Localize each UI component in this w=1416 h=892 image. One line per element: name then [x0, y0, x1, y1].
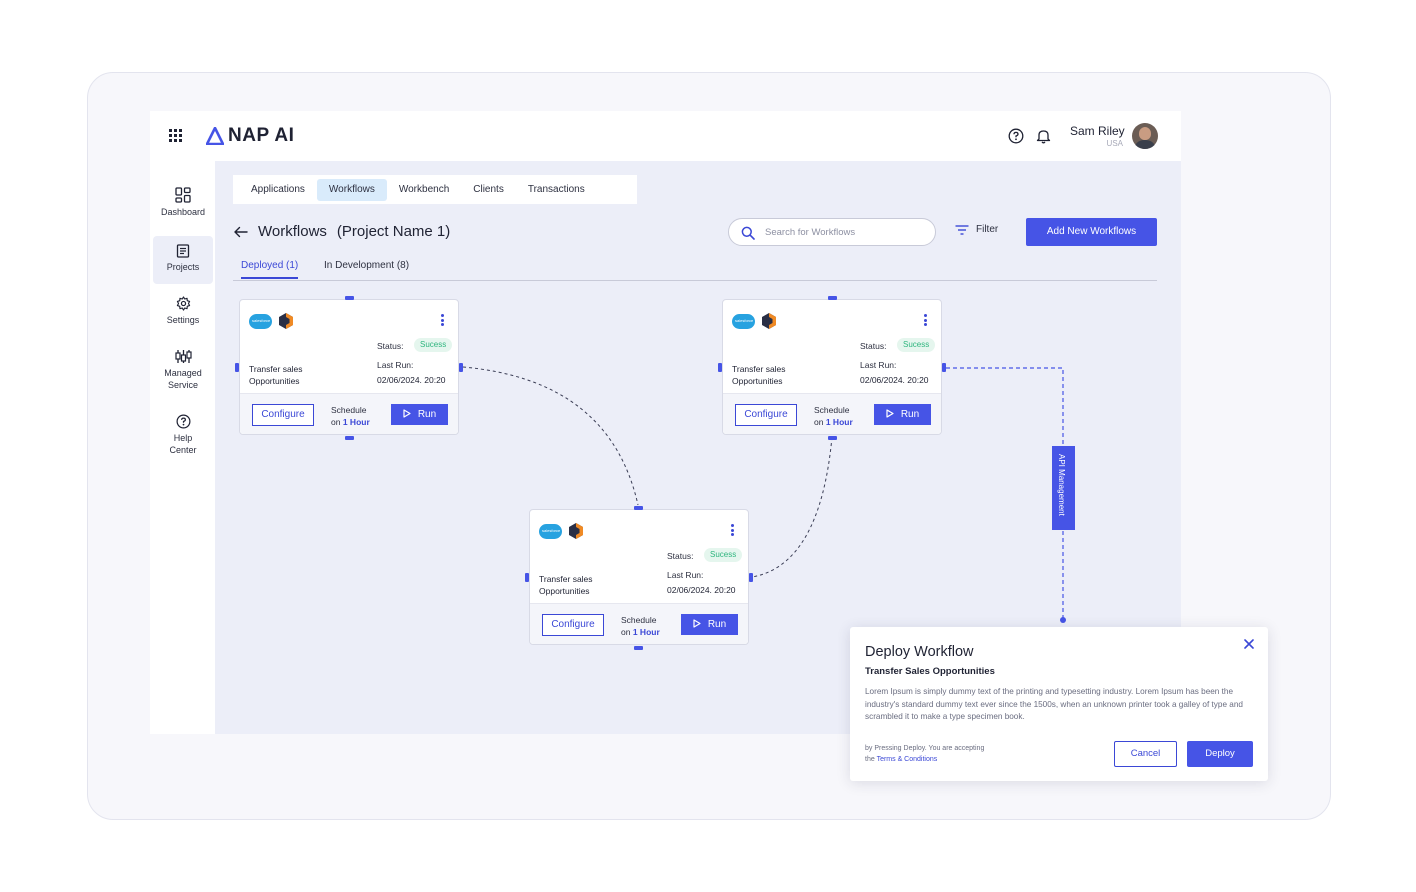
connector-handle[interactable] — [718, 363, 722, 372]
schedule-text: Schedule on 1 Hour — [814, 405, 853, 427]
dialog-subtitle: Transfer Sales Opportunities — [865, 666, 995, 677]
status-badge: Sucess — [897, 338, 936, 352]
more-options-icon[interactable] — [441, 314, 444, 326]
schedule-text: Schedule on 1 Hour — [621, 615, 660, 637]
last-run-label: Last Run: — [377, 360, 414, 370]
salesforce-icon — [732, 314, 755, 329]
last-run-value: 02/06/2024. 20:20 — [667, 585, 736, 595]
workflow-name: Transfer sales Opportunities — [249, 364, 303, 386]
status-label: Status: — [860, 341, 887, 351]
connector-dot — [1060, 617, 1066, 623]
salesforce-icon — [539, 524, 562, 539]
connector-card2-card3 — [751, 436, 833, 578]
last-run-value: 02/06/2024. 20:20 — [377, 375, 446, 385]
connector-handle[interactable] — [345, 296, 354, 300]
connector-handle[interactable] — [345, 436, 354, 440]
last-run-label: Last Run: — [860, 360, 897, 370]
run-button[interactable]: Run — [681, 614, 738, 635]
status-label: Status: — [377, 341, 404, 351]
connector-handle[interactable] — [525, 573, 529, 582]
status-badge: Sucess — [704, 548, 743, 562]
last-run-value: 02/06/2024. 20:20 — [860, 375, 929, 385]
connector-handle[interactable] — [828, 436, 837, 440]
integration-hex-icon — [569, 523, 583, 539]
play-icon — [403, 409, 411, 418]
configure-button[interactable]: Configure — [735, 404, 797, 426]
workflow-card[interactable]: Status: Sucess Transfer salesOpportuniti… — [529, 509, 749, 645]
connector-card1-card3 — [462, 366, 639, 506]
workflow-card[interactable]: Status: Sucess Transfer salesOpportuniti… — [239, 299, 459, 435]
connector-handle[interactable] — [828, 296, 837, 300]
schedule-text: Schedule on 1 Hour — [331, 405, 370, 427]
deploy-workflow-dialog: Deploy Workflow Transfer Sales Opportuni… — [850, 627, 1268, 781]
terms-notice: by Pressing Deploy. You are accepting the… — [865, 745, 985, 763]
run-button[interactable]: Run — [874, 404, 931, 425]
connector-card2-api — [946, 367, 1064, 620]
play-icon — [693, 619, 701, 628]
play-icon — [886, 409, 894, 418]
run-button[interactable]: Run — [391, 404, 448, 425]
more-options-icon[interactable] — [924, 314, 927, 326]
terms-link[interactable]: Terms & Conditions — [877, 756, 938, 763]
status-label: Status: — [667, 551, 694, 561]
salesforce-icon — [249, 314, 272, 329]
last-run-label: Last Run: — [667, 570, 704, 580]
dialog-title: Deploy Workflow — [865, 644, 974, 660]
close-icon[interactable] — [1244, 639, 1254, 649]
cancel-button[interactable]: Cancel — [1114, 741, 1177, 767]
configure-button[interactable]: Configure — [252, 404, 314, 426]
workflow-card[interactable]: Status: Sucess Transfer salesOpportuniti… — [722, 299, 942, 435]
integration-hex-icon — [279, 313, 293, 329]
connector-handle[interactable] — [634, 506, 643, 510]
connector-handle[interactable] — [235, 363, 239, 372]
api-management-tab[interactable]: API Management — [1052, 446, 1075, 530]
workflow-name: Transfer sales Opportunities — [732, 364, 786, 386]
connector-handle[interactable] — [942, 363, 946, 372]
connector-handle[interactable] — [459, 363, 463, 372]
api-management-label: API Management — [1057, 454, 1066, 516]
dialog-description: Lorem Ipsum is simply dummy text of the … — [865, 687, 1243, 721]
configure-button[interactable]: Configure — [542, 614, 604, 636]
status-badge: Sucess — [414, 338, 453, 352]
connector-handle[interactable] — [634, 646, 643, 650]
workflow-name: Transfer sales Opportunities — [539, 574, 593, 596]
more-options-icon[interactable] — [731, 524, 734, 536]
deploy-button[interactable]: Deploy — [1187, 741, 1253, 767]
integration-hex-icon — [762, 313, 776, 329]
connector-handle[interactable] — [749, 573, 753, 582]
